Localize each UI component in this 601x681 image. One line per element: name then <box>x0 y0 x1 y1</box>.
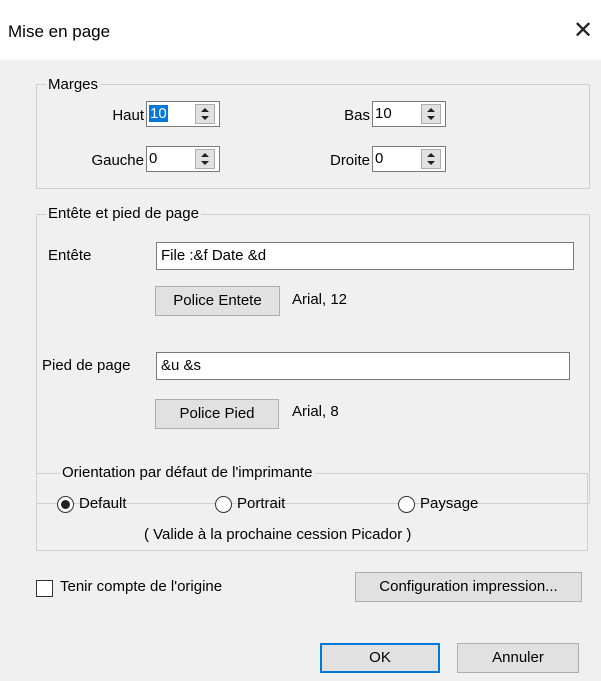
top-margin-label: Haut <box>112 107 144 124</box>
radio-paysage-label: Paysage <box>420 495 479 512</box>
top-margin-value[interactable]: 10 <box>149 105 168 122</box>
spin-buttons[interactable] <box>195 104 215 124</box>
orientation-legend: Orientation par défaut de l'imprimante <box>60 464 315 481</box>
radio-portrait[interactable]: Portrait <box>215 495 315 515</box>
spin-buttons[interactable] <box>421 149 441 169</box>
bottom-margin-label: Bas <box>344 107 370 124</box>
spin-up-icon[interactable] <box>201 108 209 112</box>
spin-up-icon[interactable] <box>427 108 435 112</box>
spin-down-icon[interactable] <box>201 161 209 165</box>
header-label: Entête <box>48 247 92 264</box>
radio-default-icon[interactable] <box>57 496 74 513</box>
header-footer-legend: Entête et pied de page <box>46 205 201 222</box>
radio-portrait-icon[interactable] <box>215 496 232 513</box>
window-title: Mise en page <box>8 22 111 41</box>
ok-button[interactable]: OK <box>320 643 440 673</box>
spin-down-icon[interactable] <box>427 116 435 120</box>
left-margin-value[interactable]: 0 <box>149 150 157 167</box>
left-margin-label: Gauche <box>91 152 144 169</box>
spin-buttons[interactable] <box>195 149 215 169</box>
spin-down-icon[interactable] <box>201 116 209 120</box>
header-input[interactable]: File :&f Date &d <box>156 242 574 270</box>
bottom-margin-spinner[interactable]: 10 <box>372 101 446 127</box>
margins-legend: Marges <box>46 76 101 93</box>
left-margin-spinner[interactable]: 0 <box>146 146 220 172</box>
spin-buttons[interactable] <box>421 104 441 124</box>
margins-group <box>36 84 590 189</box>
origin-checkbox-label: Tenir compte de l'origine <box>60 578 223 595</box>
origin-checkbox[interactable] <box>36 580 53 597</box>
cancel-button[interactable]: Annuler <box>457 643 579 673</box>
radio-default-label: Default <box>79 495 127 512</box>
header-font-info: Arial, 12 <box>292 291 348 308</box>
right-margin-label: Droite <box>329 152 370 169</box>
top-margin-spinner[interactable]: 10 <box>146 101 220 127</box>
close-icon[interactable]: ✕ <box>568 16 598 46</box>
right-margin-value[interactable]: 0 <box>375 150 383 167</box>
title-bar: Mise en page ✕ <box>0 0 601 60</box>
header-font-button[interactable]: Police Entete <box>155 286 280 316</box>
radio-selected-dot <box>61 500 70 509</box>
footer-label: Pied de page <box>42 357 131 374</box>
radio-paysage[interactable]: Paysage <box>398 495 498 515</box>
right-margin-spinner[interactable]: 0 <box>372 146 446 172</box>
spin-up-icon[interactable] <box>427 153 435 157</box>
dialog-body: Marges Haut 10 Bas 10 Gauche 0 Droite 0 … <box>0 60 601 681</box>
footer-font-button[interactable]: Police Pied <box>155 399 279 429</box>
spin-down-icon[interactable] <box>427 161 435 165</box>
footer-input[interactable]: &u &s <box>156 352 570 380</box>
radio-default[interactable]: Default <box>57 495 157 515</box>
bottom-margin-value[interactable]: 10 <box>375 105 392 122</box>
footer-font-info: Arial, 8 <box>292 403 339 420</box>
spin-up-icon[interactable] <box>201 153 209 157</box>
radio-paysage-icon[interactable] <box>398 496 415 513</box>
orientation-note: ( Valide à la prochaine cession Picador … <box>144 526 412 543</box>
radio-portrait-label: Portrait <box>237 495 286 512</box>
print-config-button[interactable]: Configuration impression... <box>355 572 582 602</box>
